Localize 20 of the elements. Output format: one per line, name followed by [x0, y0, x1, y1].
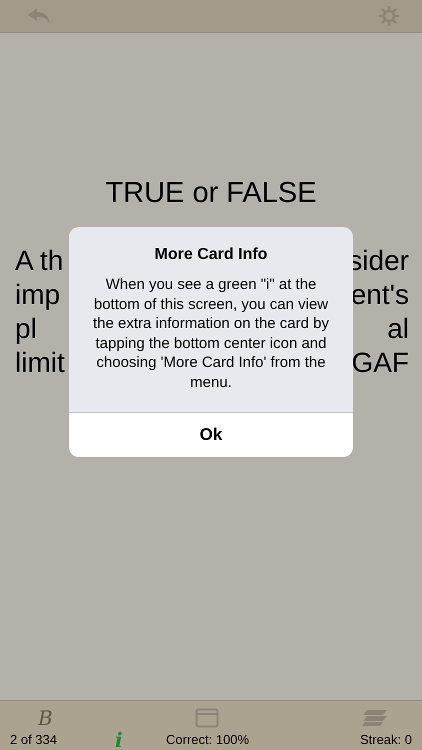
card-text: A th: [15, 244, 64, 278]
card-position: 2 of 334: [10, 732, 57, 748]
back-arrow-icon[interactable]: [26, 6, 52, 26]
card-text: limit: [15, 346, 65, 380]
card-text: ent's: [350, 278, 409, 312]
correct-percentage: Correct: 100%: [166, 732, 250, 748]
layers-icon[interactable]: [360, 708, 389, 727]
card-text: al: [387, 312, 409, 346]
card-text: imp: [15, 278, 60, 312]
ok-button[interactable]: Ok: [69, 412, 353, 457]
settings-icon[interactable]: [378, 5, 400, 27]
card-text: pl: [15, 312, 37, 346]
info-icon[interactable]: i: [115, 728, 123, 750]
streak-count: Streak: 0: [360, 732, 412, 748]
card-text: GAF: [351, 346, 409, 380]
card-heading: TRUE or FALSE: [104, 177, 318, 210]
card-icon[interactable]: [194, 708, 219, 728]
dialog-message: When you see a green "i" at the bottom of this screen, you can view the extra information on the card by tapping the bottom center icon and choosing 'More Card Info' from the menu.: [92, 275, 330, 392]
dialog-title: More Card Info: [154, 245, 268, 264]
bookmark-icon[interactable]: B: [38, 706, 53, 729]
